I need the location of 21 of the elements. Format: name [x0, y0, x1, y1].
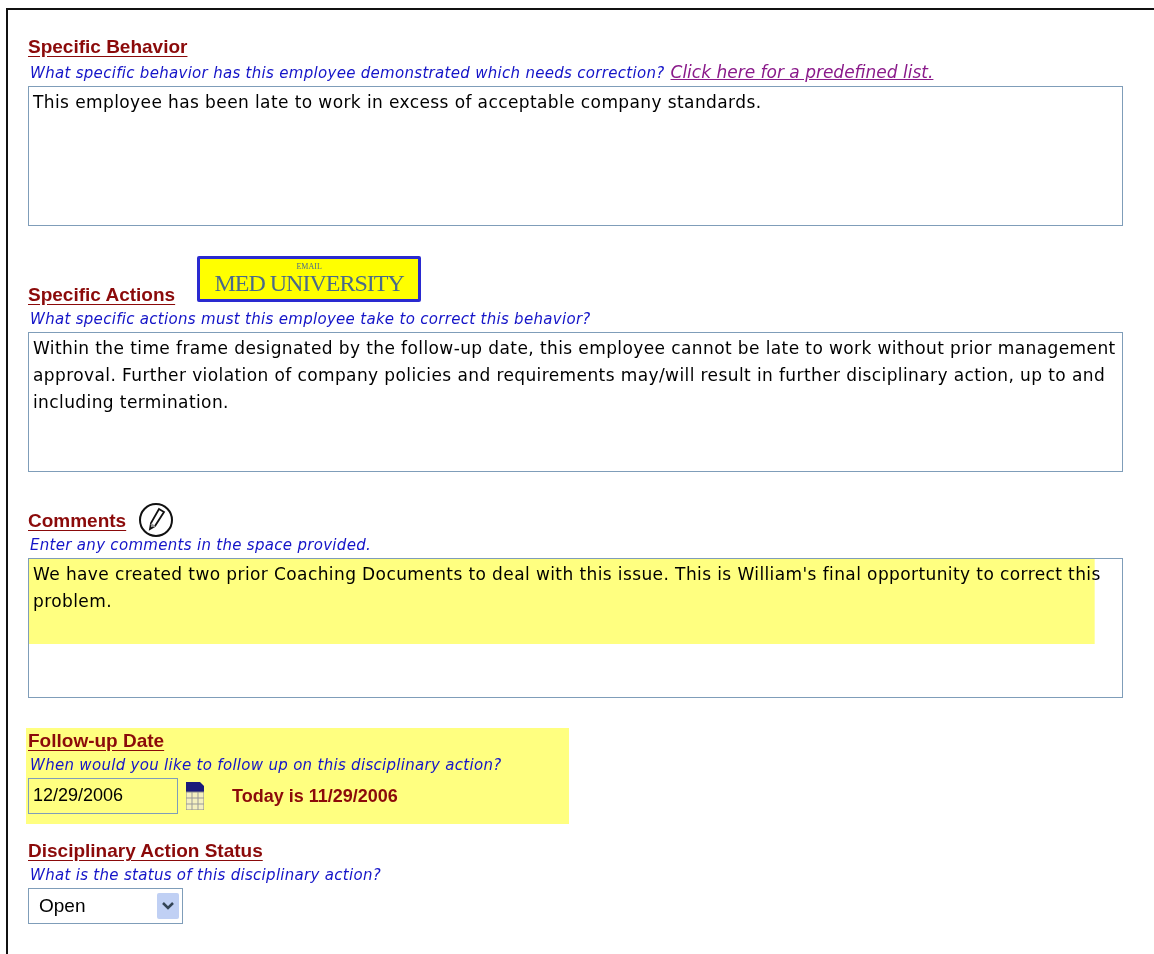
- calendar-icon[interactable]: [186, 782, 204, 810]
- hint-text: Enter any comments in the space provided.: [30, 536, 372, 554]
- section-title: Disciplinary Action Status: [28, 840, 263, 862]
- text-area[interactable]: We have created two prior Coaching Documents to deal with this issue. This is William's final opportunity to correct this problem.: [28, 558, 1123, 698]
- hint-text: What is the status of this disciplinary action?: [30, 866, 382, 884]
- hint-text: When would you like to follow up on this disciplinary action?: [30, 756, 502, 774]
- section-title: Specific Behavior: [28, 36, 188, 58]
- status-dropdown[interactable]: Open: [28, 888, 183, 924]
- text-area[interactable]: This employee has been late to work in excess of acceptable company standards.: [28, 86, 1123, 226]
- pencil-icon[interactable]: [138, 502, 175, 538]
- section-title: Specific Actions: [28, 284, 176, 306]
- today-date: Today is 11/29/2006: [232, 785, 398, 807]
- hint-text: What specific behavior has this employee demonstrated which needs correction?: [30, 64, 665, 82]
- predefined-list-link[interactable]: Click here for a predefined list.: [670, 62, 934, 82]
- caret-icon: [157, 893, 179, 919]
- logo: EMAIL MED UNIVERSITY: [197, 256, 422, 302]
- text-area[interactable]: Within the time frame designated by the follow-up date, this employee cannot be late to work without prior management approval. Further violation of company policies and requirements may/will result in further disciplinary action, up to and including termination.: [28, 332, 1123, 472]
- hint-text: What specific actions must this employee take to correct this behavior?: [30, 310, 591, 328]
- date-field[interactable]: 12/29/2006: [28, 778, 178, 814]
- section-title: Follow-up Date: [28, 730, 165, 752]
- section-title: Comments: [28, 510, 127, 532]
